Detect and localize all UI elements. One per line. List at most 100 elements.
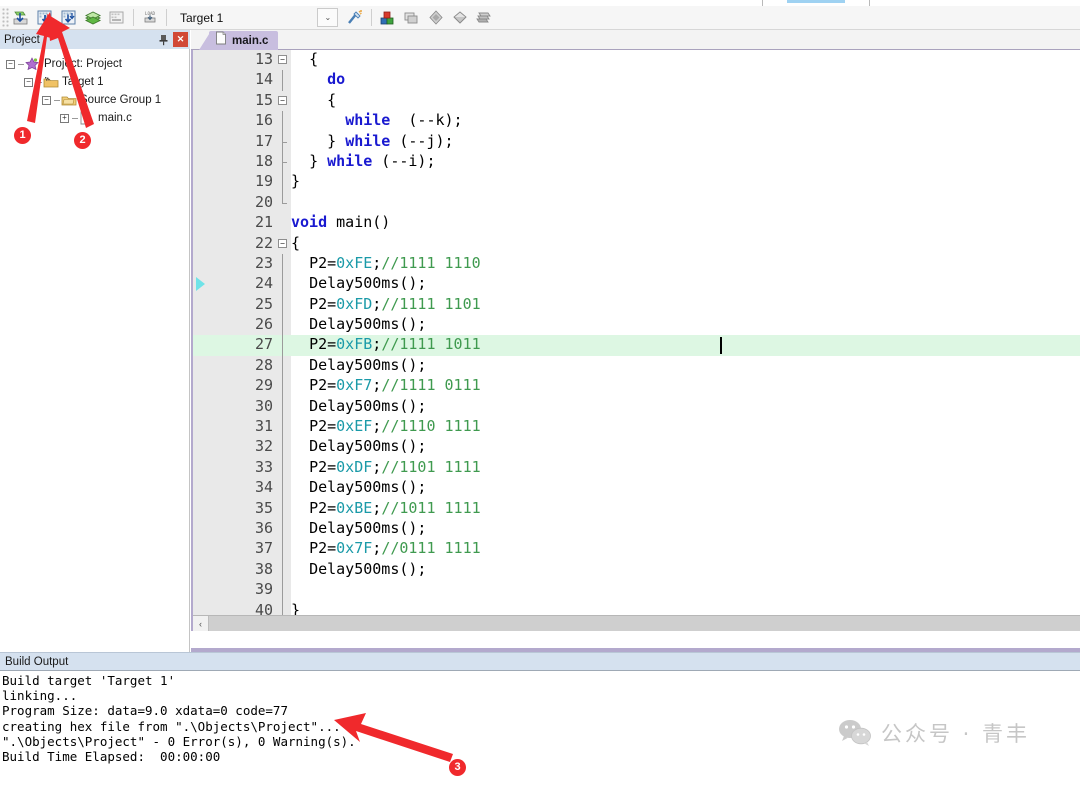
background-window-selection (787, 0, 845, 3)
editor-horizontal-scrollbar[interactable]: ‹ (193, 615, 1080, 631)
batch-build-icon[interactable] (82, 7, 104, 28)
code-line[interactable]: 21 void main() (193, 213, 1080, 233)
code-token: //1011 1111 (381, 498, 481, 517)
download-load-icon[interactable]: LOAD (139, 7, 161, 28)
code-text: P2=0xDF;//1101 1111 (291, 458, 481, 476)
code-token: ; (372, 335, 382, 354)
code-line[interactable]: 18 } while (--i); (193, 151, 1080, 173)
line-number: 13 (254, 50, 273, 68)
pack-installer-icon[interactable] (473, 7, 495, 28)
close-icon[interactable]: ✕ (173, 32, 188, 47)
fold-guide-line (282, 539, 283, 560)
watermark-text: 公众号 · 青丰 (881, 722, 1031, 746)
code-line[interactable]: 36 Delay500ms(); (193, 518, 1080, 540)
code-token: //1110 1111 (381, 417, 481, 436)
code-line[interactable]: 24 Delay500ms(); (193, 274, 1080, 295)
code-line[interactable]: 27 P2=0xFB;//1111 1011 (193, 335, 1080, 356)
code-line[interactable]: 28 Delay500ms(); (193, 355, 1080, 377)
tree-connector (54, 99, 60, 101)
tree-item-target[interactable]: − Target 1 (0, 73, 189, 91)
code-lines[interactable]: 13− {14 do 15− {16 while (--k); 17 } while… (193, 50, 1080, 631)
build-output-line: Build Time Elapsed: 00:00:00 (2, 749, 221, 765)
build-output-line: linking... (2, 688, 78, 704)
project-panel-header-buttons: ✕ (156, 32, 188, 47)
line-number: 19 (254, 172, 273, 191)
tab-main-c[interactable]: main.c (209, 31, 279, 50)
code-line[interactable]: 26 Delay500ms(); (193, 315, 1080, 336)
code-token: void (291, 213, 328, 232)
book-icon[interactable] (449, 7, 471, 28)
line-number: 29 (254, 376, 273, 395)
translate-icon[interactable] (10, 7, 32, 28)
tree-item-source-group[interactable]: − Source Group 1 (0, 91, 189, 109)
expander-icon[interactable]: − (24, 77, 33, 87)
code-line[interactable]: 30 Delay500ms(); (193, 396, 1080, 418)
target-selector-label[interactable]: Target 1 (180, 11, 223, 25)
code-token: //1111 1101 (381, 294, 481, 313)
code-line[interactable]: 29 P2=0xF7;//1111 0111 (193, 376, 1080, 397)
code-line[interactable]: 38 Delay500ms(); (193, 559, 1080, 581)
line-number: 14 (254, 70, 273, 89)
tree-item-main-c[interactable]: + main.c (0, 109, 189, 127)
code-line[interactable]: 32 Delay500ms(); (193, 437, 1080, 458)
scroll-left-icon[interactable]: ‹ (193, 616, 209, 631)
expander-icon[interactable]: + (60, 113, 69, 123)
code-line[interactable]: 19} (193, 172, 1080, 193)
multi-project-icon[interactable] (425, 7, 447, 28)
code-token: P2= (309, 417, 337, 436)
fold-guide-tick (282, 161, 287, 163)
code-token: Delay500ms(); (309, 518, 427, 537)
tree-item-project[interactable]: − Project: Project (0, 55, 189, 73)
expander-icon[interactable]: − (6, 59, 15, 69)
code-token: //1101 1111 (381, 457, 481, 476)
toolbar-grip[interactable] (2, 7, 9, 28)
line-number: 18 (254, 151, 273, 170)
code-token: (--j); (390, 131, 454, 150)
code-line[interactable]: 20 (193, 192, 1080, 213)
code-line[interactable]: 13− { (193, 50, 1080, 70)
code-token: 0xFB (336, 335, 373, 354)
rebuild-all-icon[interactable] (58, 7, 80, 28)
pin-icon[interactable] (156, 32, 170, 47)
code-line[interactable]: 22−{ (193, 234, 1080, 254)
line-number: 27 (254, 335, 273, 354)
code-text: do (291, 70, 345, 88)
code-line[interactable]: 17 } while (--j); (193, 131, 1080, 152)
code-line[interactable]: 34 Delay500ms(); (193, 478, 1080, 499)
manage-project-items-icon[interactable] (401, 7, 423, 28)
code-token: (--k); (390, 111, 463, 130)
code-text: Delay500ms(); (291, 519, 426, 537)
build-icon[interactable] (34, 7, 56, 28)
code-line[interactable]: 16 while (--k); (193, 111, 1080, 132)
fold-collapse-icon[interactable]: − (278, 238, 287, 248)
target-options-icon[interactable] (377, 7, 399, 28)
code-line[interactable]: 35 P2=0xBE;//1011 1111 (193, 498, 1080, 519)
scrollbar-track[interactable] (209, 616, 1080, 631)
fold-collapse-icon[interactable]: − (278, 55, 287, 64)
code-line[interactable]: 39 (193, 580, 1080, 601)
code-line[interactable]: 14 do (193, 70, 1080, 91)
fold-guide-line (282, 580, 283, 601)
code-line[interactable]: 31 P2=0xEF;//1110 1111 (193, 417, 1080, 438)
code-line[interactable]: 15− { (193, 91, 1080, 111)
fold-guide-line (282, 70, 283, 91)
code-line[interactable]: 37 P2=0x7F;//0111 1111 (193, 539, 1080, 560)
target-combo-arrow[interactable]: ⌄ (317, 8, 339, 27)
fold-collapse-icon[interactable]: − (278, 95, 287, 105)
code-text: Delay500ms(); (291, 356, 426, 374)
code-line[interactable]: 33 P2=0xDF;//1101 1111 (193, 457, 1080, 479)
code-token: P2= (309, 498, 337, 517)
code-token: Delay500ms(); (309, 355, 427, 374)
target-options-wizard-icon[interactable] (344, 7, 366, 28)
stop-build-icon[interactable] (106, 7, 128, 28)
line-number: 20 (254, 192, 273, 211)
expander-icon[interactable]: − (42, 95, 51, 105)
code-line[interactable]: 25 P2=0xFD;//1111 1101 (193, 294, 1080, 316)
code-line[interactable]: 23 P2=0xFE;//1111 1110 (193, 253, 1080, 275)
code-editor[interactable]: 13− {14 do 15− {16 while (--k); 17 } while… (191, 50, 1080, 631)
fold-guide-line (282, 498, 283, 519)
tree-connector (72, 117, 78, 119)
code-token: } (291, 172, 301, 191)
code-text: Delay500ms(); (291, 560, 426, 578)
fold-guide-line (282, 559, 283, 581)
